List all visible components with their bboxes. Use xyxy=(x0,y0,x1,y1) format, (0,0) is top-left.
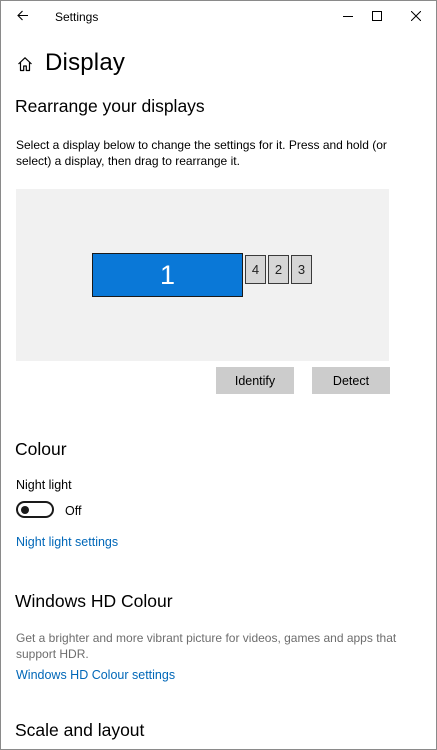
night-light-label: Night light xyxy=(16,478,72,492)
page-header: Display xyxy=(15,49,125,77)
home-icon[interactable] xyxy=(15,54,35,74)
display-2[interactable]: 2 xyxy=(268,255,289,284)
hd-colour-settings-link[interactable]: Windows HD Colour settings xyxy=(16,668,175,682)
back-button[interactable] xyxy=(7,4,39,30)
night-light-state: Off xyxy=(65,504,82,518)
hd-colour-description: Get a brighter and more vibrant picture … xyxy=(16,631,397,661)
scale-section-title: Scale and layout xyxy=(15,720,145,740)
rearrange-description: Select a display below to change the set… xyxy=(16,138,387,168)
detect-button[interactable]: Detect xyxy=(312,367,390,394)
maximize-button[interactable] xyxy=(360,1,394,33)
identify-button[interactable]: Identify xyxy=(216,367,294,394)
night-light-settings-link[interactable]: Night light settings xyxy=(16,535,118,549)
app-title: Settings xyxy=(55,10,99,24)
night-light-toggle[interactable] xyxy=(16,501,54,518)
toggle-knob xyxy=(21,505,29,514)
display-1[interactable]: 1 xyxy=(92,253,243,297)
title-bar: Settings xyxy=(1,1,436,33)
display-4[interactable]: 4 xyxy=(245,255,266,284)
colour-section-title: Colour xyxy=(15,439,67,459)
display-arrangement-area[interactable]: 1 4 2 3 xyxy=(16,189,389,361)
rearrange-section-title: Rearrange your displays xyxy=(15,96,205,116)
hd-colour-section-title: Windows HD Colour xyxy=(15,591,173,611)
arrow-left-icon xyxy=(17,8,29,26)
minimize-icon xyxy=(343,8,353,26)
close-icon xyxy=(410,8,422,26)
page-title: Display xyxy=(45,49,126,76)
maximize-icon xyxy=(372,8,382,26)
display-3[interactable]: 3 xyxy=(291,255,312,284)
close-button[interactable] xyxy=(399,1,433,33)
